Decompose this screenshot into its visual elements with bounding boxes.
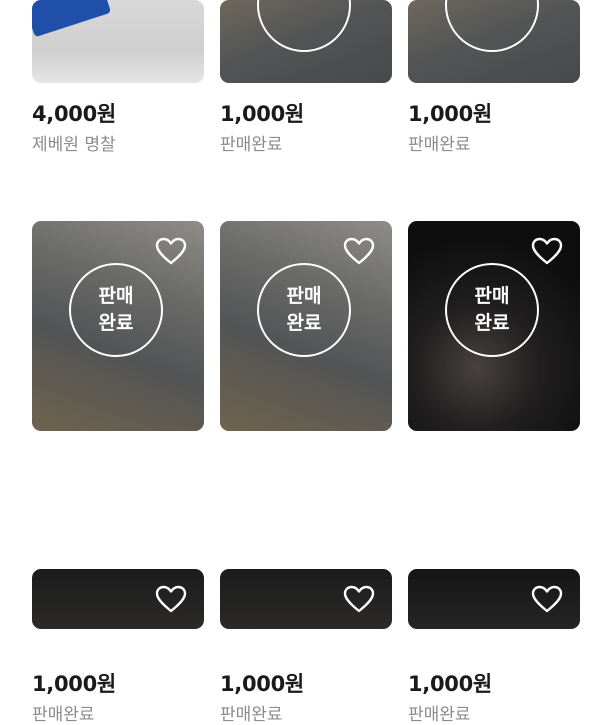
- product-price: 1,000원: [408, 102, 492, 126]
- sold-out-label: 판매: [98, 285, 134, 307]
- heart-icon[interactable]: [155, 237, 187, 265]
- heart-icon[interactable]: [531, 237, 563, 265]
- product-status: 판매완료: [408, 135, 471, 155]
- product-thumbnail[interactable]: [408, 569, 580, 629]
- product-thumbnail[interactable]: [32, 569, 204, 629]
- product-thumbnail[interactable]: 판매 완료: [220, 221, 392, 431]
- heart-icon[interactable]: [155, 585, 187, 613]
- product-price: 1,000원: [408, 672, 492, 696]
- sold-out-label: 판매: [474, 285, 510, 307]
- product-thumbnail[interactable]: [32, 0, 204, 83]
- product-thumbnail[interactable]: [220, 0, 392, 83]
- product-price: 4,000원: [32, 102, 116, 126]
- product-thumbnail[interactable]: [408, 0, 580, 83]
- product-title: 제베원 명찰: [32, 135, 116, 155]
- product-status: 판매완료: [220, 705, 283, 725]
- product-price: 1,000원: [220, 102, 304, 126]
- product-grid: 4,000원 제베원 명찰 1,000원 판매완료 1,000원 판매완료 판매…: [0, 0, 612, 725]
- product-status: 판매완료: [32, 705, 95, 725]
- heart-icon[interactable]: [343, 237, 375, 265]
- sold-out-label: 완료: [98, 312, 134, 334]
- heart-icon[interactable]: [343, 585, 375, 613]
- product-price: 1,000원: [220, 672, 304, 696]
- sold-out-badge: 판매 완료: [257, 263, 351, 357]
- product-thumbnail[interactable]: 판매 완료: [408, 221, 580, 431]
- product-thumbnail[interactable]: 판매 완료: [32, 221, 204, 431]
- sold-out-label: 완료: [474, 312, 510, 334]
- heart-icon[interactable]: [531, 585, 563, 613]
- product-price: 1,000원: [32, 672, 116, 696]
- product-status: 판매완료: [408, 705, 471, 725]
- sold-out-label: 완료: [286, 312, 322, 334]
- product-status: 판매완료: [220, 135, 283, 155]
- sold-out-badge: 판매 완료: [445, 263, 539, 357]
- sold-out-label: 판매: [286, 285, 322, 307]
- product-thumbnail[interactable]: [220, 569, 392, 629]
- sold-out-badge: 판매 완료: [69, 263, 163, 357]
